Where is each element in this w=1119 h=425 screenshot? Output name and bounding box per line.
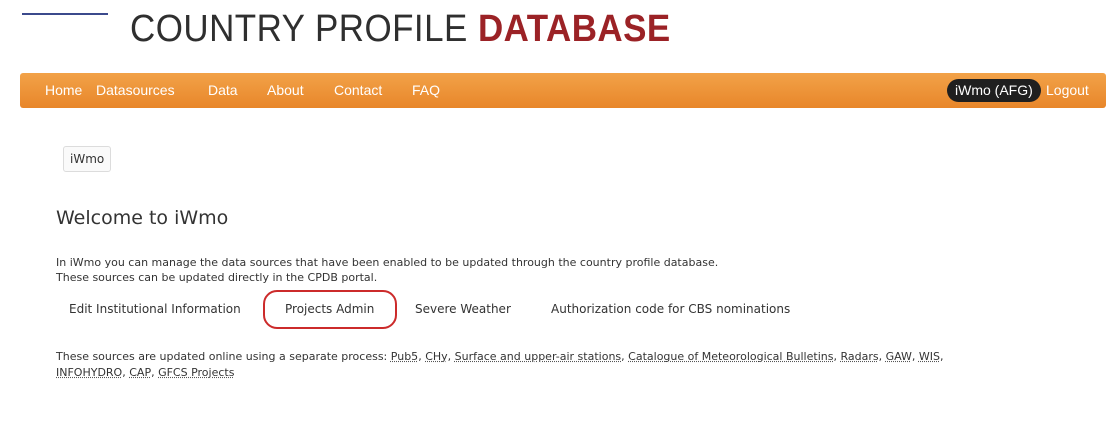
sources-line-1: These sources are updated online using a… — [56, 350, 944, 363]
nav-home[interactable]: Home — [45, 82, 82, 98]
source-link-wis[interactable]: WIS — [919, 350, 940, 363]
source-link-gaw[interactable]: GAW — [886, 350, 912, 363]
source-link-gfcs-projects[interactable]: GFCS Projects — [158, 366, 234, 379]
source-link-infohydro[interactable]: INFOHYDRO — [56, 366, 122, 379]
sources-prefix: These sources are updated online using a… — [56, 350, 388, 363]
source-link-surface-stations[interactable]: Surface and upper-air stations — [455, 350, 622, 363]
user-badge[interactable]: iWmo (AFG) — [947, 79, 1041, 102]
source-link-cap[interactable]: CAP — [129, 366, 151, 379]
main-navbar: Home Datasources Data About Contact FAQ … — [20, 73, 1106, 108]
site-logo: COUNTRY PROFILE DATABASE — [130, 8, 671, 51]
nav-about[interactable]: About — [267, 82, 304, 98]
source-link-met-bulletins[interactable]: Catalogue of Meteorological Bulletins — [628, 350, 833, 363]
nav-data[interactable]: Data — [208, 82, 238, 98]
nav-datasources[interactable]: Datasources — [96, 82, 175, 98]
source-link-chy[interactable]: CHy — [425, 350, 447, 363]
edit-institutional-info-button[interactable]: Edit Institutional Information — [69, 302, 241, 316]
source-link-radars[interactable]: Radars — [840, 350, 878, 363]
intro-text: In iWmo you can manage the data sources … — [56, 255, 718, 285]
cbs-authorization-code-button[interactable]: Authorization code for CBS nominations — [551, 302, 790, 316]
intro-line-2: These sources can be updated directly in… — [56, 271, 378, 284]
intro-line-1: In iWmo you can manage the data sources … — [56, 256, 719, 269]
nav-faq[interactable]: FAQ — [412, 82, 440, 98]
source-link-pub5[interactable]: Pub5 — [391, 350, 418, 363]
logout-link[interactable]: Logout — [1046, 82, 1089, 98]
projects-admin-button[interactable]: Projects Admin — [285, 302, 374, 316]
tab-iwmo[interactable]: iWmo — [63, 146, 112, 172]
sources-line-2: INFOHYDRO, CAP, GFCS Projects — [56, 366, 235, 379]
page-title: Welcome to iWmo — [56, 207, 229, 229]
header-accent-line — [22, 13, 108, 15]
logo-text-database: DATABASE — [477, 8, 671, 50]
external-sources-text: These sources are updated online using a… — [56, 349, 944, 381]
nav-contact[interactable]: Contact — [334, 82, 382, 98]
logo-text-country-profile: COUNTRY PROFILE — [130, 8, 478, 50]
severe-weather-button[interactable]: Severe Weather — [415, 302, 511, 316]
